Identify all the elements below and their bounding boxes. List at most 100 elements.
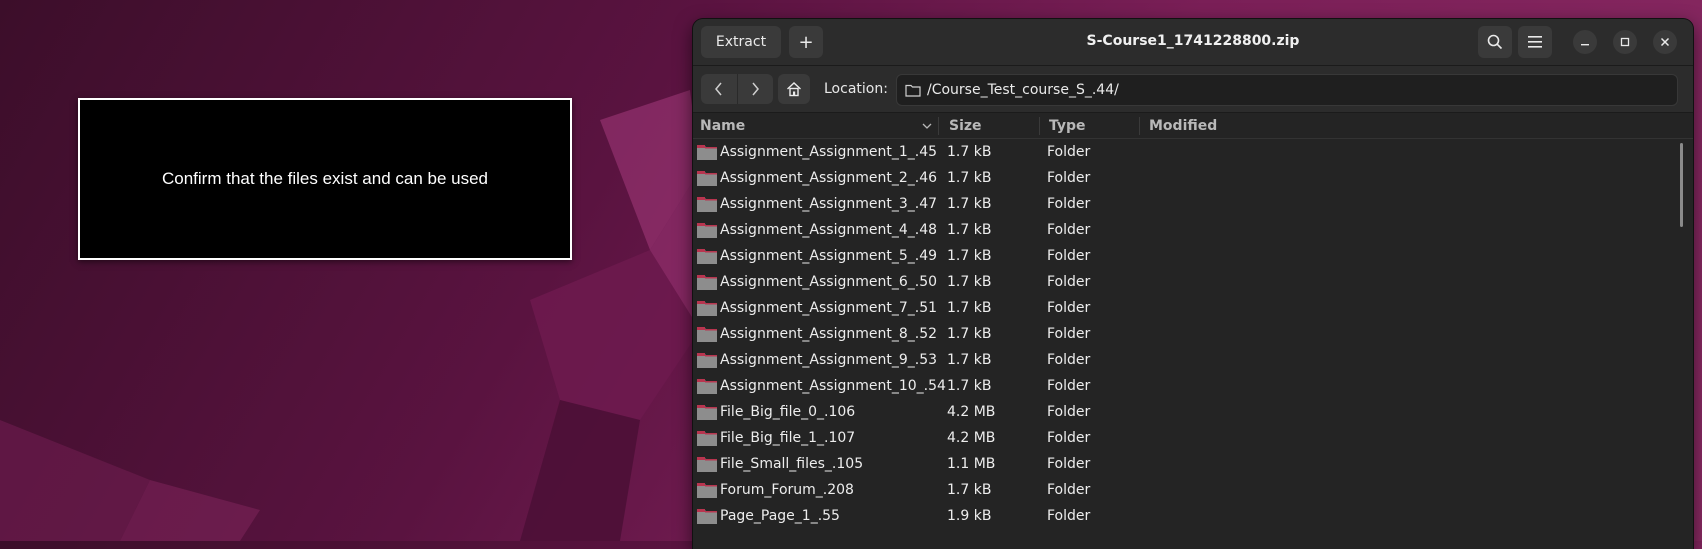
- file-size: 1.7 kB: [947, 300, 992, 316]
- home-icon: [787, 82, 801, 97]
- file-type: Folder: [1047, 404, 1091, 420]
- file-size: 1.7 kB: [947, 170, 992, 186]
- main-menu-button[interactable]: [1518, 26, 1552, 58]
- back-button[interactable]: [701, 74, 738, 104]
- file-size: 1.1 MB: [947, 456, 996, 472]
- file-name: Assignment_Assignment_6_.50: [720, 274, 938, 290]
- file-name: Assignment_Assignment_7_.51: [720, 300, 938, 316]
- file-size: 1.7 kB: [947, 274, 992, 290]
- table-row[interactable]: Assignment_Assignment_7_.51 1.7 kB Folder: [693, 295, 1693, 321]
- close-icon: [1660, 37, 1670, 47]
- instruction-overlay: Confirm that the files exist and can be …: [78, 98, 572, 260]
- folder-icon: [697, 431, 717, 446]
- minimize-button[interactable]: [1573, 30, 1597, 54]
- navigation-buttons: [701, 74, 773, 104]
- file-type: Folder: [1047, 170, 1091, 186]
- forward-button[interactable]: [738, 74, 774, 104]
- close-button[interactable]: [1653, 30, 1677, 54]
- column-separator: [1139, 117, 1140, 135]
- table-row[interactable]: File_Big_file_1_.107 4.2 MB Folder: [693, 425, 1693, 451]
- folder-icon: [697, 327, 717, 342]
- column-headers: Name Size Type Modified: [693, 113, 1693, 139]
- minimize-icon: [1581, 44, 1589, 46]
- table-row[interactable]: Assignment_Assignment_4_.48 1.7 kB Folder: [693, 217, 1693, 243]
- file-size: 1.7 kB: [947, 482, 992, 498]
- scrollbar[interactable]: [1680, 143, 1683, 227]
- file-size: 1.7 kB: [947, 144, 992, 160]
- file-type: Folder: [1047, 482, 1091, 498]
- folder-icon: [697, 171, 717, 186]
- file-name: Forum_Forum_.208: [720, 482, 854, 498]
- location-field[interactable]: /Course_Test_course_S_.44/: [896, 74, 1678, 106]
- file-name: Assignment_Assignment_5_.49: [720, 248, 938, 264]
- table-row[interactable]: Assignment_Assignment_6_.50 1.7 kB Folder: [693, 269, 1693, 295]
- folder-icon: [697, 353, 717, 368]
- chevron-down-icon: [922, 123, 932, 129]
- chevron-right-icon: [752, 82, 760, 96]
- file-type: Folder: [1047, 248, 1091, 264]
- file-name: Assignment_Assignment_4_.48: [720, 222, 938, 238]
- file-size: 1.7 kB: [947, 352, 992, 368]
- file-type: Folder: [1047, 222, 1091, 238]
- file-name: Assignment_Assignment_10_.54: [720, 378, 946, 394]
- file-type: Folder: [1047, 352, 1091, 368]
- table-row[interactable]: Assignment_Assignment_3_.47 1.7 kB Folder: [693, 191, 1693, 217]
- table-row[interactable]: File_Big_file_0_.106 4.2 MB Folder: [693, 399, 1693, 425]
- table-row[interactable]: Assignment_Assignment_10_.54 1.7 kB Folder: [693, 373, 1693, 399]
- file-type: Folder: [1047, 378, 1091, 394]
- file-type: Folder: [1047, 326, 1091, 342]
- home-button[interactable]: [778, 74, 810, 104]
- file-name: File_Big_file_1_.107: [720, 430, 856, 446]
- file-name: Assignment_Assignment_2_.46: [720, 170, 938, 186]
- folder-icon: [697, 249, 717, 264]
- file-size: 1.7 kB: [947, 222, 992, 238]
- file-size: 1.7 kB: [947, 326, 992, 342]
- file-name: Assignment_Assignment_3_.47: [720, 196, 938, 212]
- table-row[interactable]: Assignment_Assignment_1_.45 1.7 kB Folder: [693, 139, 1693, 165]
- location-label: Location:: [824, 81, 888, 97]
- header-bar: Extract + S-Course1_1741228800.zip: [693, 19, 1693, 66]
- table-row[interactable]: Assignment_Assignment_2_.46 1.7 kB Folder: [693, 165, 1693, 191]
- file-type: Folder: [1047, 196, 1091, 212]
- search-button[interactable]: [1478, 26, 1512, 58]
- file-name: File_Small_files_.105: [720, 456, 864, 472]
- column-size-header[interactable]: Size: [949, 118, 982, 134]
- folder-icon: [697, 197, 717, 212]
- file-type: Folder: [1047, 274, 1091, 290]
- maximize-icon: [1620, 37, 1630, 47]
- file-name: Assignment_Assignment_8_.52: [720, 326, 938, 342]
- folder-icon: [697, 457, 717, 472]
- file-size: 1.7 kB: [947, 196, 992, 212]
- add-icon: +: [798, 31, 814, 53]
- column-name-header[interactable]: Name: [700, 118, 745, 134]
- table-row[interactable]: Page_Page_1_.55 1.9 kB Folder: [693, 503, 1693, 529]
- folder-icon: [697, 405, 717, 420]
- search-icon: [1487, 34, 1503, 50]
- file-name: Assignment_Assignment_1_.45: [720, 144, 938, 160]
- location-bar: Location: /Course_Test_course_S_.44/: [693, 66, 1693, 113]
- file-type: Folder: [1047, 508, 1091, 524]
- table-row[interactable]: Assignment_Assignment_5_.49 1.7 kB Folder: [693, 243, 1693, 269]
- column-modified-header[interactable]: Modified: [1149, 118, 1217, 134]
- file-name: Assignment_Assignment_9_.53: [720, 352, 938, 368]
- file-name: File_Big_file_0_.106: [720, 404, 856, 420]
- folder-icon: [697, 379, 717, 394]
- folder-icon: [697, 483, 717, 498]
- extract-button[interactable]: Extract: [701, 26, 781, 58]
- archive-manager-window: Extract + S-Course1_1741228800.zip Locat…: [693, 19, 1693, 549]
- table-row[interactable]: Forum_Forum_.208 1.7 kB Folder: [693, 477, 1693, 503]
- table-row[interactable]: Assignment_Assignment_9_.53 1.7 kB Folder: [693, 347, 1693, 373]
- file-type: Folder: [1047, 144, 1091, 160]
- table-row[interactable]: File_Small_files_.105 1.1 MB Folder: [693, 451, 1693, 477]
- table-row[interactable]: Assignment_Assignment_8_.52 1.7 kB Folder: [693, 321, 1693, 347]
- file-size: 1.7 kB: [947, 378, 992, 394]
- column-type-header[interactable]: Type: [1049, 118, 1086, 134]
- chevron-left-icon: [714, 82, 722, 96]
- folder-icon: [697, 145, 717, 160]
- folder-icon: [697, 275, 717, 290]
- hamburger-menu-icon: [1528, 36, 1542, 48]
- file-size: 1.9 kB: [947, 508, 992, 524]
- add-files-button[interactable]: +: [789, 26, 823, 58]
- file-type: Folder: [1047, 456, 1091, 472]
- maximize-button[interactable]: [1613, 30, 1637, 54]
